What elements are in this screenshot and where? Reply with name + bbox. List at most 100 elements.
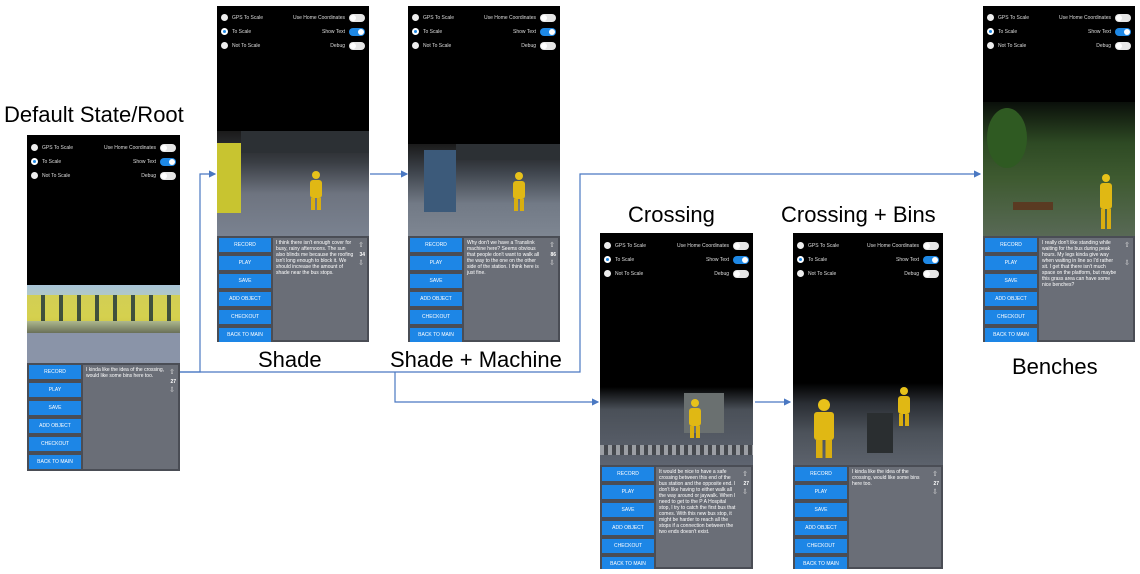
save-button[interactable]: SAVE bbox=[410, 274, 462, 288]
scene-view[interactable] bbox=[793, 383, 943, 465]
save-button[interactable]: SAVE bbox=[219, 274, 271, 288]
toggle-show-text[interactable]: Show Text bbox=[513, 28, 556, 36]
toggle-home-coords[interactable]: Use Home Coordinates bbox=[677, 242, 749, 250]
toggle-debug[interactable]: Debug bbox=[521, 42, 556, 50]
toggle-show-text[interactable]: Show Text bbox=[1088, 28, 1131, 36]
record-button[interactable]: RECORD bbox=[410, 238, 462, 252]
back-to-main-button[interactable]: BACK TO MAIN bbox=[410, 328, 462, 342]
radio-selected-icon bbox=[797, 256, 804, 263]
toggle-debug[interactable]: Debug bbox=[1096, 42, 1131, 50]
toggle-home-coords[interactable]: Use Home Coordinates bbox=[484, 14, 556, 22]
arrow-down-icon[interactable]: ⇩ bbox=[742, 489, 748, 496]
checkout-button[interactable]: CHECKOUT bbox=[410, 310, 462, 324]
back-to-main-button[interactable]: BACK TO MAIN bbox=[29, 455, 81, 469]
comment-text-box[interactable]: I kinda like the idea of the crossing, w… bbox=[83, 365, 178, 469]
comment-text-box[interactable]: I kinda like the idea of the crossing, w… bbox=[849, 467, 941, 567]
checkout-button[interactable]: CHECKOUT bbox=[219, 310, 271, 324]
option-not-to-scale[interactable]: Not To Scale bbox=[797, 270, 836, 277]
option-to-scale[interactable]: To Scale bbox=[221, 28, 251, 35]
add-object-button[interactable]: ADD OBJECT bbox=[219, 292, 271, 306]
toggle-debug[interactable]: Debug bbox=[904, 270, 939, 278]
save-button[interactable]: SAVE bbox=[795, 503, 847, 517]
toggle-home-coords[interactable]: Use Home Coordinates bbox=[1059, 14, 1131, 22]
checkout-button[interactable]: CHECKOUT bbox=[602, 539, 654, 553]
option-gps[interactable]: GPS To Scale bbox=[604, 242, 646, 249]
record-button[interactable]: RECORD bbox=[29, 365, 81, 379]
arrow-down-icon[interactable]: ⇩ bbox=[169, 387, 175, 394]
option-not-to-scale[interactable]: Not To Scale bbox=[31, 172, 70, 179]
play-button[interactable]: PLAY bbox=[602, 485, 654, 499]
play-button[interactable]: PLAY bbox=[795, 485, 847, 499]
toggle-debug[interactable]: Debug bbox=[330, 42, 365, 50]
arrow-down-icon[interactable]: ⇩ bbox=[1124, 260, 1130, 267]
add-object-button[interactable]: ADD OBJECT bbox=[985, 292, 1037, 306]
arrow-up-icon[interactable]: ⇧ bbox=[932, 471, 938, 478]
add-object-button[interactable]: ADD OBJECT bbox=[602, 521, 654, 535]
toggle-debug[interactable]: Debug bbox=[714, 270, 749, 278]
arrow-down-icon[interactable]: ⇩ bbox=[932, 489, 938, 496]
option-gps[interactable]: GPS To Scale bbox=[221, 14, 263, 21]
toggle-debug[interactable]: Debug bbox=[141, 172, 176, 180]
option-to-scale[interactable]: To Scale bbox=[987, 28, 1017, 35]
record-button[interactable]: RECORD bbox=[602, 467, 654, 481]
option-to-scale[interactable]: To Scale bbox=[797, 256, 827, 263]
arrow-up-icon[interactable]: ⇧ bbox=[742, 471, 748, 478]
option-to-scale[interactable]: To Scale bbox=[31, 158, 61, 165]
phone-benches: GPS To Scale To Scale Not To Scale Use H… bbox=[983, 6, 1135, 342]
checkout-button[interactable]: CHECKOUT bbox=[985, 310, 1037, 324]
play-button[interactable]: PLAY bbox=[410, 256, 462, 270]
toggle-label: Debug bbox=[330, 43, 345, 49]
toggle-show-text[interactable]: Show Text bbox=[896, 256, 939, 264]
toggle-show-text[interactable]: Show Text bbox=[133, 158, 176, 166]
comment-text-box[interactable]: I think there isn't enough cover for bus… bbox=[273, 238, 367, 340]
toggle-home-coords[interactable]: Use Home Coordinates bbox=[293, 14, 365, 22]
option-to-scale[interactable]: To Scale bbox=[412, 28, 442, 35]
option-gps[interactable]: GPS To Scale bbox=[31, 144, 73, 151]
checkout-button[interactable]: CHECKOUT bbox=[795, 539, 847, 553]
arrow-down-icon[interactable]: ⇩ bbox=[358, 260, 364, 267]
record-button[interactable]: RECORD bbox=[219, 238, 271, 252]
option-to-scale[interactable]: To Scale bbox=[604, 256, 634, 263]
option-gps[interactable]: GPS To Scale bbox=[987, 14, 1029, 21]
add-object-button[interactable]: ADD OBJECT bbox=[29, 419, 81, 433]
back-to-main-button[interactable]: BACK TO MAIN bbox=[219, 328, 271, 342]
arrow-up-icon[interactable]: ⇧ bbox=[549, 242, 555, 249]
phone-root: GPS To Scale To Scale Not To Scale Use H… bbox=[27, 135, 180, 471]
option-not-to-scale[interactable]: Not To Scale bbox=[221, 42, 260, 49]
add-object-button[interactable]: ADD OBJECT bbox=[410, 292, 462, 306]
option-gps[interactable]: GPS To Scale bbox=[412, 14, 454, 21]
checkout-button[interactable]: CHECKOUT bbox=[29, 437, 81, 451]
comment-text-box[interactable]: Why don't we have a Translink machine he… bbox=[464, 238, 558, 340]
play-button[interactable]: PLAY bbox=[29, 383, 81, 397]
play-button[interactable]: PLAY bbox=[219, 256, 271, 270]
back-to-main-button[interactable]: BACK TO MAIN bbox=[985, 328, 1037, 342]
save-button[interactable]: SAVE bbox=[602, 503, 654, 517]
option-gps[interactable]: GPS To Scale bbox=[797, 242, 839, 249]
scene-view[interactable] bbox=[983, 102, 1135, 240]
comment-text-box[interactable]: I really don't like standing while waiti… bbox=[1039, 238, 1133, 340]
option-not-to-scale[interactable]: Not To Scale bbox=[987, 42, 1026, 49]
option-not-to-scale[interactable]: Not To Scale bbox=[412, 42, 451, 49]
back-to-main-button[interactable]: BACK TO MAIN bbox=[602, 557, 654, 569]
record-button[interactable]: RECORD bbox=[795, 467, 847, 481]
record-button[interactable]: RECORD bbox=[985, 238, 1037, 252]
play-button[interactable]: PLAY bbox=[985, 256, 1037, 270]
arrow-down-icon[interactable]: ⇩ bbox=[549, 260, 555, 267]
arrow-up-icon[interactable]: ⇧ bbox=[169, 369, 175, 376]
scene-view[interactable] bbox=[600, 373, 753, 465]
save-button[interactable]: SAVE bbox=[29, 401, 81, 415]
arrow-up-icon[interactable]: ⇧ bbox=[1124, 242, 1130, 249]
add-object-button[interactable]: ADD OBJECT bbox=[795, 521, 847, 535]
save-button[interactable]: SAVE bbox=[985, 274, 1037, 288]
toggle-show-text[interactable]: Show Text bbox=[322, 28, 365, 36]
toggle-home-coords[interactable]: Use Home Coordinates bbox=[104, 144, 176, 152]
scene-view[interactable] bbox=[217, 131, 369, 236]
back-to-main-button[interactable]: BACK TO MAIN bbox=[795, 557, 847, 569]
scene-view[interactable] bbox=[27, 285, 180, 365]
arrow-up-icon[interactable]: ⇧ bbox=[358, 242, 364, 249]
toggle-home-coords[interactable]: Use Home Coordinates bbox=[867, 242, 939, 250]
scene-view[interactable] bbox=[408, 144, 560, 236]
comment-text-box[interactable]: It would be nice to have a safe crossing… bbox=[656, 467, 751, 567]
option-not-to-scale[interactable]: Not To Scale bbox=[604, 270, 643, 277]
toggle-show-text[interactable]: Show Text bbox=[706, 256, 749, 264]
